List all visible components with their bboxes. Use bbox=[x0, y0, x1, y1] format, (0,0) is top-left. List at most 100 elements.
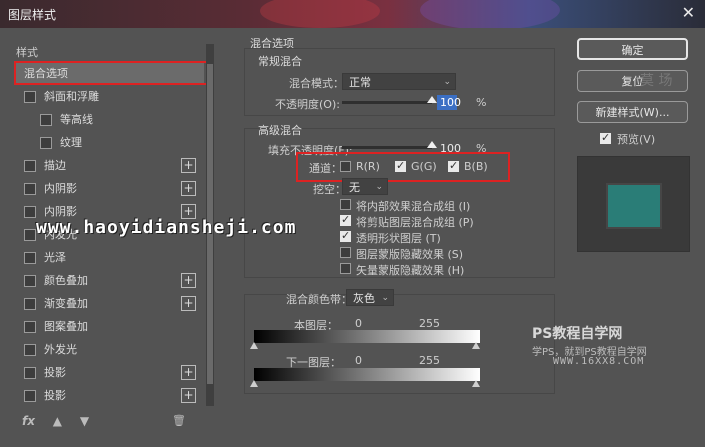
style-item-checkbox[interactable] bbox=[24, 390, 36, 402]
style-item-checkbox[interactable] bbox=[24, 252, 36, 264]
style-item-label: 纹理 bbox=[60, 136, 82, 149]
blend-mode-value: 正常 bbox=[349, 76, 371, 89]
style-item[interactable]: 投影 + bbox=[14, 361, 204, 384]
chevron-down-icon: ⌄ bbox=[381, 293, 389, 303]
style-item-checkbox[interactable] bbox=[24, 367, 36, 379]
advanced-blending-title: 高级混合 bbox=[258, 124, 302, 137]
opacity-label: 不透明度(O): bbox=[275, 98, 340, 111]
style-item[interactable]: 投影 + bbox=[14, 384, 204, 407]
this-layer-max: 255 bbox=[419, 317, 440, 330]
style-item-checkbox[interactable] bbox=[24, 275, 36, 287]
style-item[interactable]: 颜色叠加 + bbox=[14, 269, 204, 292]
add-icon[interactable]: + bbox=[181, 273, 196, 288]
opacity-percent: % bbox=[476, 96, 487, 109]
underlying-layer-white-handle[interactable] bbox=[472, 380, 480, 387]
style-item[interactable]: 斜面和浮雕 bbox=[14, 85, 204, 108]
preview-label: 预览(V) bbox=[617, 133, 656, 146]
trash-icon[interactable]: 🗑 bbox=[172, 414, 186, 427]
title-bar: 图层样式 ✕ bbox=[0, 0, 705, 28]
underlying-layer-max: 255 bbox=[419, 354, 440, 367]
advanced-option-checkbox[interactable] bbox=[340, 199, 351, 210]
style-item-checkbox[interactable] bbox=[24, 229, 36, 241]
style-item-checkbox[interactable] bbox=[40, 114, 52, 126]
advanced-option-checkbox[interactable] bbox=[340, 247, 351, 258]
style-item-label: 投影 bbox=[44, 389, 66, 402]
this-layer-gradient bbox=[254, 330, 480, 343]
add-icon[interactable]: + bbox=[181, 365, 196, 380]
title-decoration bbox=[420, 0, 560, 28]
style-item-label: 外发光 bbox=[44, 343, 77, 356]
style-item-label: 斜面和浮雕 bbox=[44, 90, 99, 103]
advanced-option-label: 矢量蒙版隐藏效果 (H) bbox=[356, 264, 465, 277]
style-preview bbox=[577, 156, 690, 252]
this-layer-min: 0 bbox=[355, 317, 362, 330]
style-item-checkbox[interactable] bbox=[24, 344, 36, 356]
style-item[interactable]: 纹理 bbox=[14, 131, 204, 154]
title-decoration bbox=[260, 0, 380, 28]
fill-opacity-slider[interactable] bbox=[342, 141, 437, 149]
watermark-top: 莫 场 bbox=[640, 73, 673, 89]
watermark-site: WWW.16XX8.COM bbox=[553, 356, 645, 367]
advanced-option-checkbox[interactable] bbox=[340, 263, 351, 274]
style-item-checkbox[interactable] bbox=[40, 137, 52, 149]
fx-icon[interactable]: fx bbox=[22, 414, 35, 428]
advanced-option-label: 将剪贴图层混合成组 (P) bbox=[356, 216, 474, 229]
fill-opacity-slider-knob[interactable] bbox=[427, 141, 437, 148]
general-blending-title: 常规混合 bbox=[258, 55, 302, 68]
style-item[interactable]: 等高线 bbox=[14, 108, 204, 131]
opacity-slider[interactable] bbox=[342, 96, 437, 104]
opacity-input[interactable]: 100 bbox=[437, 95, 461, 110]
style-item-checkbox[interactable] bbox=[24, 298, 36, 310]
style-item[interactable]: 图案叠加 bbox=[14, 315, 204, 338]
add-icon[interactable]: + bbox=[181, 296, 196, 311]
style-item-checkbox[interactable] bbox=[24, 160, 36, 172]
add-icon[interactable]: + bbox=[181, 181, 196, 196]
advanced-option-label: 将内部效果混合成组 (I) bbox=[356, 200, 471, 213]
close-icon[interactable]: ✕ bbox=[682, 3, 695, 22]
preview-checkbox[interactable] bbox=[600, 131, 611, 144]
underlying-layer-min: 0 bbox=[355, 354, 362, 367]
channels-highlight-box bbox=[296, 152, 510, 182]
opacity-slider-knob[interactable] bbox=[427, 96, 437, 103]
style-item[interactable]: 外发光 bbox=[14, 338, 204, 361]
style-item-checkbox[interactable] bbox=[24, 206, 36, 218]
new-style-button[interactable]: 新建样式(W)... bbox=[577, 101, 688, 123]
style-item-label: 等高线 bbox=[60, 113, 93, 126]
this-layer-black-handle[interactable] bbox=[250, 342, 258, 349]
blend-mode-label: 混合模式： bbox=[289, 77, 344, 90]
style-item[interactable]: 内阴影 + bbox=[14, 177, 204, 200]
advanced-option-checkbox[interactable] bbox=[340, 229, 351, 242]
add-icon[interactable]: + bbox=[181, 388, 196, 403]
style-list-footer: fx ▲ ▼ 🗑 bbox=[22, 414, 186, 428]
chevron-down-icon: ⌄ bbox=[375, 182, 383, 192]
blend-mode-dropdown[interactable]: 正常 ⌄ bbox=[342, 73, 456, 90]
advanced-option-checkbox[interactable] bbox=[340, 213, 351, 226]
this-layer-white-handle[interactable] bbox=[472, 342, 480, 349]
knockout-dropdown[interactable]: 无 ⌄ bbox=[342, 178, 388, 195]
styles-section-label: 样式 bbox=[16, 46, 38, 59]
style-item-checkbox[interactable] bbox=[24, 321, 36, 333]
style-item-checkbox[interactable] bbox=[24, 183, 36, 195]
style-item[interactable]: 渐变叠加 + bbox=[14, 292, 204, 315]
blend-if-label: 混合颜色带： bbox=[286, 293, 352, 306]
style-item-label: 光泽 bbox=[44, 251, 66, 264]
advanced-option-label: 图层蒙版隐藏效果 (S) bbox=[356, 248, 464, 261]
style-item-label: 内阴影 bbox=[44, 182, 77, 195]
style-item-checkbox[interactable] bbox=[24, 91, 36, 103]
style-item-label: 颜色叠加 bbox=[44, 274, 88, 287]
underlying-layer-black-handle[interactable] bbox=[250, 380, 258, 387]
ok-button[interactable]: 确定 bbox=[577, 38, 688, 60]
style-item-label: 描边 bbox=[44, 159, 66, 172]
underlying-layer-gradient bbox=[254, 368, 480, 381]
window-title: 图层样式 bbox=[8, 8, 57, 22]
style-item-label: 渐变叠加 bbox=[44, 297, 88, 310]
move-up-icon[interactable]: ▲ bbox=[53, 414, 62, 428]
style-item[interactable]: 光泽 bbox=[14, 246, 204, 269]
preview-swatch bbox=[608, 185, 660, 227]
move-down-icon[interactable]: ▼ bbox=[80, 414, 89, 428]
style-item[interactable]: 描边 + bbox=[14, 154, 204, 177]
highlight-box bbox=[14, 61, 209, 85]
blend-if-dropdown[interactable]: 灰色 ⌄ bbox=[346, 289, 394, 306]
add-icon[interactable]: + bbox=[181, 158, 196, 173]
watermark-url: www.haoyidiansheji.com bbox=[36, 217, 297, 238]
